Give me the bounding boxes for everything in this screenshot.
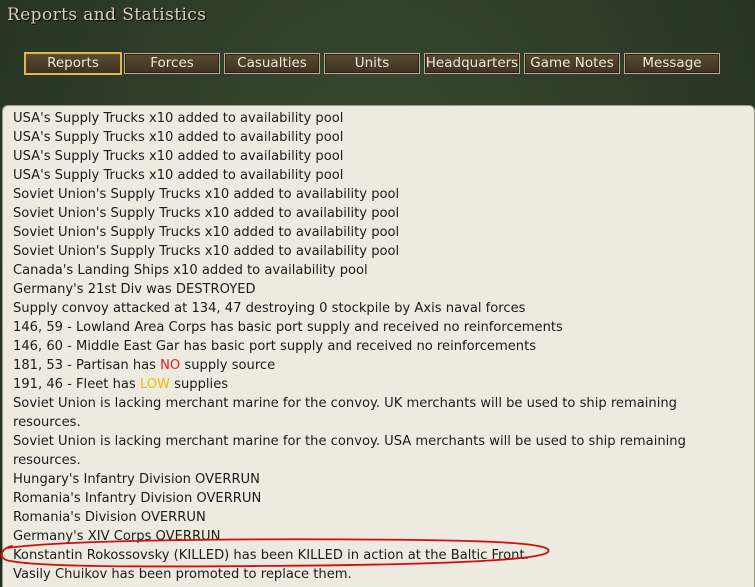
report-log-content: USA's Supply Trucks x10 added to availab… xyxy=(13,109,728,584)
log-entry: Soviet Union's Supply Trucks x10 added t… xyxy=(13,244,400,259)
log-entry: USA's Supply Trucks x10 added to availab… xyxy=(13,130,344,145)
tab-units[interactable]: Units xyxy=(324,53,420,74)
log-text: supply source xyxy=(180,358,276,373)
log-entry: USA's Supply Trucks x10 added to availab… xyxy=(13,111,344,126)
supply-status-low: LOW xyxy=(139,377,171,392)
log-entry-killed: Konstantin Rokossovsky (KILLED) has been… xyxy=(13,548,529,563)
report-log[interactable]: USA's Supply Trucks x10 added to availab… xyxy=(2,105,755,587)
tab-casualties[interactable]: Casualties xyxy=(224,53,320,74)
log-entry: Germany's XIV Corps OVERRUN xyxy=(13,529,221,544)
log-entry: Soviet Union is lacking merchant marine … xyxy=(13,434,686,468)
log-entry: Vasily Chuikov has been promoted to repl… xyxy=(13,567,352,582)
log-entry: Supply convoy attacked at 134, 47 destro… xyxy=(13,301,526,316)
tab-reports[interactable]: Reports xyxy=(24,52,122,75)
log-entry-fleet: 191, 46 - Fleet has LOW supplies xyxy=(13,375,728,394)
window-title: Reports and Statistics xyxy=(7,5,207,25)
reports-window: Reports and Statistics Reports Forces Ca… xyxy=(0,0,755,587)
log-entry: 146, 59 - Lowland Area Corps has basic p… xyxy=(13,320,563,335)
log-text: 191, 46 - Fleet has xyxy=(13,377,140,392)
log-entry: USA's Supply Trucks x10 added to availab… xyxy=(13,149,344,164)
supply-status-no: NO xyxy=(160,358,181,373)
tab-game-notes[interactable]: Game Notes xyxy=(524,53,620,74)
log-entry: Hungary's Infantry Division OVERRUN xyxy=(13,472,260,487)
log-entry: Soviet Union's Supply Trucks x10 added t… xyxy=(13,187,400,202)
log-entry: Soviet Union's Supply Trucks x10 added t… xyxy=(13,206,400,221)
log-text: 181, 53 - Partisan has xyxy=(13,358,161,373)
log-entry: Germany's 21st Div was DESTROYED xyxy=(13,282,256,297)
log-entry: Romania's Infantry Division OVERRUN xyxy=(13,491,262,506)
log-entry: 146, 60 - Middle East Gar has basic port… xyxy=(13,339,537,354)
log-entry: USA's Supply Trucks x10 added to availab… xyxy=(13,168,344,183)
tab-message[interactable]: Message xyxy=(624,53,720,74)
log-entry: Soviet Union's Supply Trucks x10 added t… xyxy=(13,225,400,240)
log-entry-partisan: 181, 53 - Partisan has NO supply source xyxy=(13,356,728,375)
tab-headquarters[interactable]: Headquarters xyxy=(424,53,520,74)
tab-forces[interactable]: Forces xyxy=(124,53,220,74)
log-entry: Soviet Union is lacking merchant marine … xyxy=(13,396,677,430)
log-entry: Romania's Division OVERRUN xyxy=(13,510,206,525)
log-text: supplies xyxy=(170,377,229,392)
log-entry: Canada's Landing Ships x10 added to avai… xyxy=(13,263,368,278)
